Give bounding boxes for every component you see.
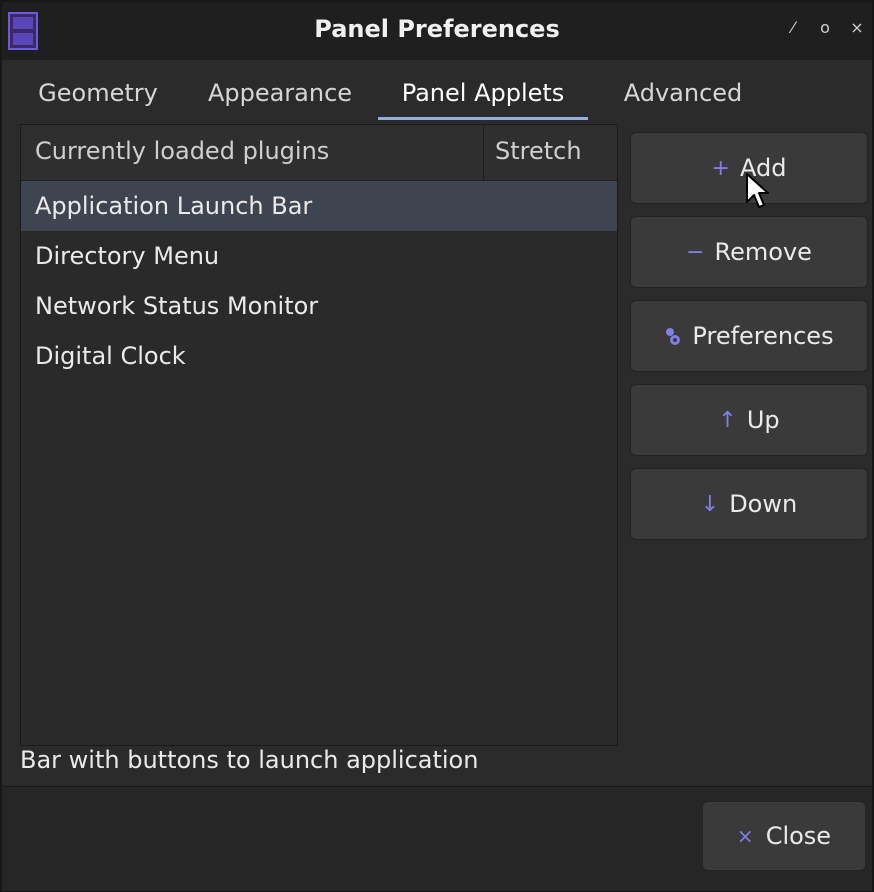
minus-icon: − (686, 239, 705, 265)
up-button-label: Up (746, 406, 780, 434)
preferences-button-label: Preferences (692, 322, 834, 350)
add-button-label: Add (739, 154, 787, 182)
column-header-plugins[interactable]: Currently loaded plugins (35, 137, 329, 165)
remove-button[interactable]: − Remove (630, 216, 868, 288)
plugin-description: Bar with buttons to launch application (20, 746, 479, 774)
close-button[interactable]: × Close (702, 801, 866, 871)
plugin-row[interactable]: Application Launch Bar (21, 181, 617, 231)
title-bar[interactable]: Panel Preferences ⁄ o × (2, 2, 872, 60)
minimize-button[interactable]: ⁄ (784, 17, 802, 39)
down-button[interactable]: ↓ Down (630, 468, 868, 540)
up-button[interactable]: ↑ Up (630, 384, 868, 456)
close-window-button[interactable]: × (848, 17, 866, 39)
tab-geometry[interactable]: Geometry (28, 68, 168, 118)
add-button[interactable]: + Add (630, 132, 868, 204)
plugin-list[interactable]: Currently loaded plugins Stretch Applica… (20, 124, 618, 746)
close-x-icon: × (736, 824, 754, 848)
preferences-button[interactable]: Preferences (630, 300, 868, 372)
plugin-row[interactable]: Directory Menu (21, 231, 617, 281)
tab-advanced[interactable]: Advanced (610, 68, 756, 118)
arrow-down-icon: ↓ (700, 491, 720, 517)
column-header-stretch[interactable]: Stretch (495, 137, 582, 165)
list-header: Currently loaded plugins Stretch (21, 125, 617, 181)
gears-icon (664, 325, 682, 347)
maximize-button[interactable]: o (816, 17, 834, 39)
plus-icon: + (711, 155, 730, 181)
tab-bar: Geometry Appearance Panel Applets Advanc… (14, 68, 862, 122)
arrow-up-icon: ↑ (718, 407, 737, 433)
tab-panel-applets-label: Panel Applets (401, 79, 565, 107)
window-title: Panel Preferences (314, 15, 560, 43)
column-divider (483, 125, 484, 180)
down-button-label: Down (729, 490, 798, 518)
plugin-row[interactable]: Digital Clock (21, 331, 617, 381)
preferences-window: Panel Preferences ⁄ o × Geometry Appeara… (0, 0, 874, 892)
remove-button-label: Remove (714, 238, 812, 266)
dialog-footer: × Close (2, 786, 872, 891)
close-button-label: Close (765, 822, 832, 850)
plugin-row[interactable]: Network Status Monitor (21, 281, 617, 331)
tab-panel-applets[interactable]: Panel Applets (378, 68, 588, 120)
tab-appearance[interactable]: Appearance (194, 68, 366, 118)
